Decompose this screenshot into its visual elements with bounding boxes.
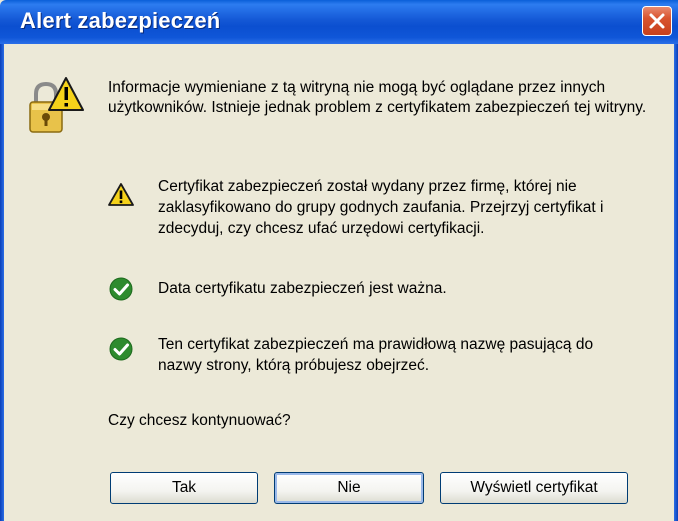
check-icon <box>109 337 133 361</box>
security-alert-dialog: Alert zabezpieczeń Informacje wymieniane… <box>0 0 678 521</box>
title-bar[interactable]: Alert zabezpieczeń <box>0 0 678 44</box>
certificate-issuer-warning: Certyfikat zabezpieczeń został wydany pr… <box>158 178 604 237</box>
close-icon <box>649 13 665 29</box>
certificate-date-status: Data certyfikatu zabezpieczeń jest ważna… <box>158 280 447 297</box>
dialog-body: Informacje wymieniane z tą witryną nie m… <box>4 44 674 521</box>
yes-button[interactable]: Tak <box>110 472 258 504</box>
no-button[interactable]: Nie <box>274 472 424 504</box>
view-certificate-button[interactable]: Wyświetl certyfikat <box>440 472 628 504</box>
security-lock-warning-icon <box>29 77 84 133</box>
certificate-name-status: Ten certyfikat zabezpieczeń ma prawidłow… <box>158 336 594 374</box>
dialog-title: Alert zabezpieczeń <box>20 8 221 33</box>
continue-question: Czy chcesz kontynuować? <box>108 412 291 429</box>
window-frame-right <box>674 44 678 521</box>
check-icon <box>109 277 133 301</box>
close-button[interactable] <box>642 6 672 36</box>
intro-text: Informacje wymieniane z tą witryną nie m… <box>108 79 647 116</box>
warning-icon <box>108 183 134 206</box>
